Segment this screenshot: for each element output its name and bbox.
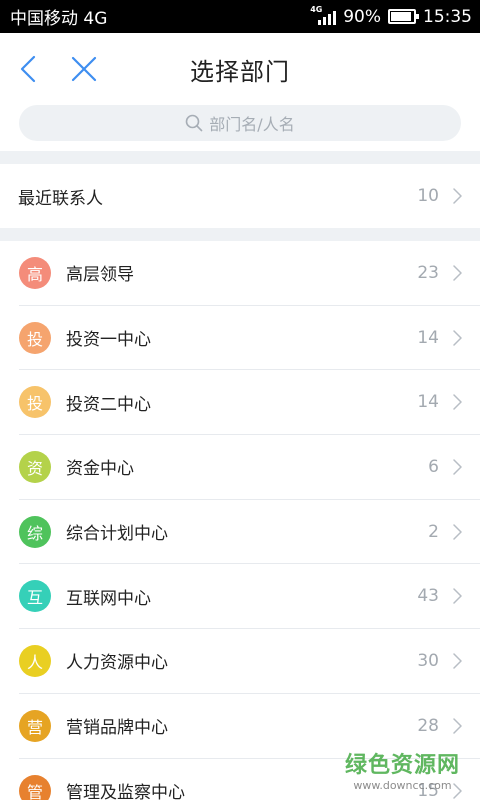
department-row[interactable]: 管管理及监察中心 15: [19, 759, 480, 800]
department-row[interactable]: 资资金中心 6: [19, 435, 480, 500]
clock: 15:35: [423, 6, 472, 27]
recent-contacts-row[interactable]: 最近联系人 10: [0, 164, 480, 228]
chevron-right-icon: [453, 188, 462, 204]
battery-fill: [391, 12, 411, 21]
chevron-right-icon: [453, 588, 462, 605]
chevron-right-icon: [453, 523, 462, 540]
chevron-left-icon[interactable]: [14, 53, 44, 85]
search-input[interactable]: 部门名/人名: [19, 105, 461, 141]
signal-icon: 4G: [310, 5, 337, 26]
department-row[interactable]: 投投资二中心 14: [19, 370, 480, 436]
department-name: 管理及监察中心: [66, 783, 185, 800]
recent-contacts-count: 10: [417, 186, 439, 206]
section-divider: [0, 228, 480, 241]
department-count: 30: [417, 650, 439, 671]
department-badge: 管: [19, 774, 51, 800]
department-list: 高高层领导 23 投投资一中心 14 投投资二中心 14 资资金中心 6 综综合计划中心 2 互互联…: [0, 241, 480, 800]
department-name: 投资一中心: [66, 330, 151, 351]
chevron-right-icon: [453, 717, 462, 734]
chevron-right-icon: [453, 265, 462, 281]
battery-percent: 90%: [343, 6, 381, 27]
department-count: 28: [417, 715, 439, 736]
status-bar-right: 4G 90% 15:35: [310, 5, 472, 27]
chevron-right-icon: [453, 783, 462, 799]
department-count: 43: [417, 586, 439, 607]
department-count: 14: [417, 327, 439, 348]
department-row[interactable]: 人人力资源中心 30: [19, 629, 480, 694]
close-icon[interactable]: [68, 53, 100, 85]
department-badge: 营: [19, 709, 51, 742]
department-name: 互联网中心: [66, 588, 151, 609]
department-name: 营销品牌中心: [66, 718, 168, 739]
search-icon: [185, 114, 203, 132]
battery-icon: [388, 9, 419, 24]
department-badge: 高: [19, 256, 51, 289]
department-badge: 资: [19, 450, 51, 483]
department-count: 23: [417, 262, 439, 283]
department-row[interactable]: 互互联网中心 43: [19, 564, 480, 630]
department-count: 6: [428, 456, 439, 477]
status-bar: 中国移动 4G 4G 90% 15:35: [0, 0, 480, 33]
department-count: 15: [417, 780, 439, 800]
chevron-right-icon: [453, 394, 462, 410]
department-badge: 互: [19, 580, 51, 613]
department-badge: 综: [19, 515, 51, 548]
nav-bar: 选择部门: [0, 33, 480, 105]
carrier-label: 中国移动 4G: [10, 9, 108, 29]
search-placeholder: 部门名/人名: [209, 115, 295, 134]
department-count: 14: [417, 392, 439, 413]
search-wrapper: 部门名/人名: [0, 105, 480, 151]
department-name: 人力资源中心: [66, 653, 168, 674]
recent-contacts-label: 最近联系人: [18, 188, 103, 209]
department-badge: 投: [19, 321, 51, 354]
status-bar-left: 中国移动 4G: [10, 4, 107, 29]
department-name: 资金中心: [66, 459, 134, 480]
department-row[interactable]: 投投资一中心 14: [19, 306, 480, 371]
section-divider: [0, 151, 480, 164]
department-row[interactable]: 综综合计划中心 2: [19, 500, 480, 565]
chevron-right-icon: [453, 459, 462, 475]
department-badge: 投: [19, 386, 51, 419]
department-name: 综合计划中心: [66, 524, 168, 545]
page-title: 选择部门: [190, 57, 290, 86]
chevron-right-icon: [453, 329, 462, 346]
department-name: 投资二中心: [66, 394, 151, 415]
chevron-right-icon: [453, 653, 462, 669]
department-badge: 人: [19, 644, 51, 677]
department-row[interactable]: 营营销品牌中心 28: [19, 694, 480, 759]
department-row[interactable]: 高高层领导 23: [19, 241, 480, 306]
department-name: 高层领导: [66, 265, 134, 286]
department-count: 2: [428, 521, 439, 542]
